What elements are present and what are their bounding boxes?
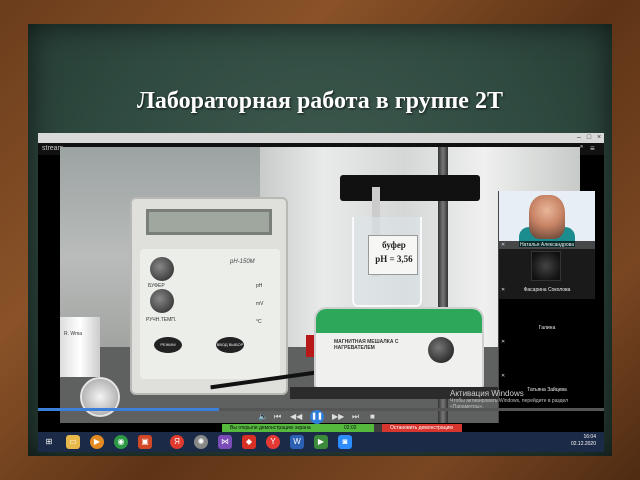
sharing-time: 02:02	[344, 425, 357, 431]
menu-icon[interactable]: ≡	[590, 145, 595, 153]
windows-taskbar: ⊞ ▭ ▶ ◉ ▣ Я ✺ ⋈ ◆ Y W ▶ ◙ 16:04 02.12.20…	[38, 432, 604, 452]
participant-name: Галина	[538, 325, 556, 331]
college-logo	[80, 377, 120, 417]
participant-tile[interactable]: ✕ Фасарина Соколова	[499, 249, 595, 299]
window-titlebar: – □ ×	[38, 133, 604, 143]
minimize-button[interactable]: –	[574, 134, 584, 142]
fast-forward-icon[interactable]: ▶▶	[332, 412, 344, 422]
yandex-icon[interactable]: Я	[170, 435, 184, 449]
media-icon[interactable]: ✺	[194, 435, 208, 449]
meter-knob-top	[150, 257, 174, 281]
meter-panel: БУФЕР РУЧН.ТЕМП. pH mV °C РЕЖИМ ВВОД ВЫБ…	[140, 249, 280, 379]
video-app-icon[interactable]: ▶	[314, 435, 328, 449]
media-player-icon[interactable]: ▶	[90, 435, 104, 449]
stop-sharing-button[interactable]: Остановить демонстрацию	[382, 424, 462, 432]
skip-back-icon[interactable]: ⏮	[274, 412, 281, 422]
board-title: Лабораторная работа в группе 2Т	[137, 88, 503, 114]
participant-avatar	[529, 195, 565, 239]
meter-mode-button: РЕЖИМ	[154, 337, 182, 353]
stop-icon[interactable]: ■	[370, 412, 375, 422]
meter-label-manual-temp: РУЧН.ТЕМП.	[146, 317, 177, 323]
maximize-button[interactable]: □	[584, 134, 594, 142]
participant-avatar	[531, 251, 561, 281]
mic-off-icon: ✕	[501, 339, 506, 345]
system-tray: 16:04 02.12.2020	[542, 434, 602, 450]
meter-label-temp: °C	[256, 319, 262, 325]
office-icon[interactable]: ▣	[138, 435, 152, 449]
adobe-icon[interactable]: ◆	[242, 435, 256, 449]
bottle-label: R. Wma	[64, 331, 83, 337]
video-controls: 🔈 ⏮ ◀◀ ❚❚ ▶▶ ⏭ ■	[218, 410, 418, 424]
close-button[interactable]: ×	[594, 134, 604, 142]
skip-forward-icon[interactable]: ⏭	[352, 412, 359, 422]
meter-model: pH-150M	[230, 259, 255, 265]
beaker-label: буфер pH = 3,56	[368, 235, 418, 275]
lab-stand-clamp	[340, 175, 480, 201]
beaker-label-ph: pH = 3,56	[375, 254, 413, 264]
screen-share-bar: Вы открыли демонстрацию экрана 02:02 Ост…	[222, 424, 462, 432]
meter-label-buffer: БУФЕР	[148, 283, 165, 289]
windows-activation-watermark: Активация Windows Чтобы активировать Win…	[450, 389, 600, 410]
participant-tile[interactable]: ✕ Наталья Александрова	[499, 191, 595, 249]
rewind-icon[interactable]: ◀◀	[290, 412, 302, 422]
windows-logo-icon[interactable]: ⊞	[42, 435, 56, 449]
tray-time[interactable]: 16:04	[583, 434, 596, 441]
video-progress-fill	[38, 408, 220, 411]
zoom-icon[interactable]: ◙	[338, 435, 352, 449]
participant-name: Фасарина Соколова	[523, 287, 571, 293]
participant-tile[interactable]: Галина ✕	[499, 299, 595, 361]
participant-name: Наталья Александрова	[519, 242, 575, 248]
mic-off-icon: ✕	[501, 373, 506, 379]
volume-icon[interactable]: 🔈	[258, 412, 268, 422]
meter-enter-button: ВВОД ВЫБОР	[216, 337, 244, 353]
ph-meter: БУФЕР РУЧН.ТЕМП. pH mV °C РЕЖИМ ВВОД ВЫБ…	[130, 197, 288, 395]
word-icon[interactable]: W	[290, 435, 304, 449]
bottle: R. Wma	[60, 317, 100, 377]
meter-knob-bottom	[150, 289, 174, 313]
file-explorer-icon[interactable]: ▭	[66, 435, 80, 449]
stirrer-label: МАГНИТНАЯ МЕШАЛКА С НАГРЕВАТЕЛЕМ	[334, 339, 399, 351]
meter-display	[146, 209, 272, 235]
chrome-icon[interactable]: ◉	[114, 435, 128, 449]
sharing-indicator[interactable]: Вы открыли демонстрацию экрана 02:02	[222, 424, 374, 432]
watermark-title: Активация Windows	[450, 389, 524, 398]
play-pause-button[interactable]: ❚❚	[310, 410, 324, 424]
meter-label-mv: mV	[256, 301, 264, 307]
meter-label-ph: pH	[256, 283, 263, 289]
sharing-text: Вы открыли демонстрацию экрана	[230, 425, 311, 431]
yandex-browser-icon[interactable]: Y	[266, 435, 280, 449]
tray-date[interactable]: 02.12.2020	[571, 441, 596, 448]
stirrer-top	[316, 309, 482, 333]
magnetic-stirrer: МАГНИТНАЯ МЕШАЛКА С НАГРЕВАТЕЛЕМ	[314, 307, 484, 389]
stirrer-knob	[428, 337, 454, 363]
screen-capture: – □ × stream ⤢ ≡ R. Wma БУФЕР РУЧН.ТЕМП.…	[38, 133, 604, 452]
visual-studio-icon[interactable]: ⋈	[218, 435, 232, 449]
stop-sharing-label: Остановить демонстрацию	[390, 425, 454, 431]
beaker-label-buffer: буфер	[382, 240, 406, 250]
